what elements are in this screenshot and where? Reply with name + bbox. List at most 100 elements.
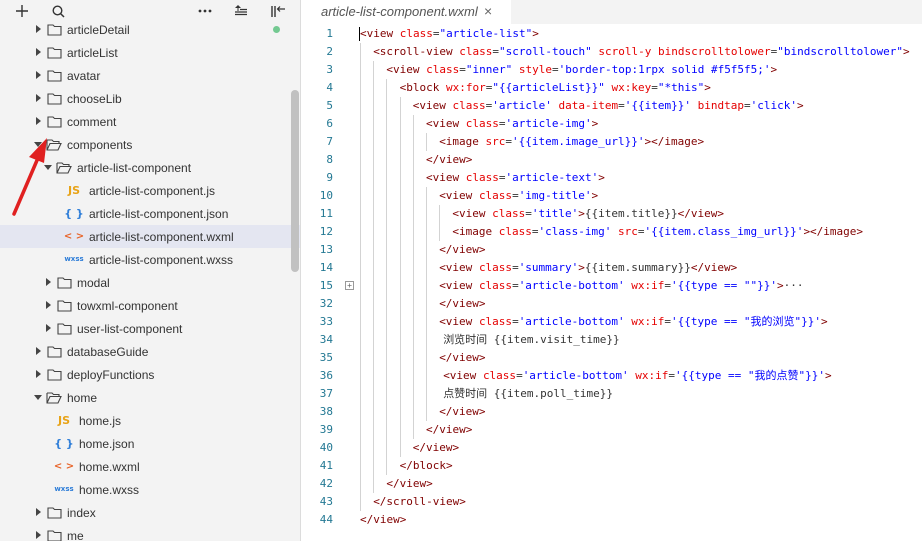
chevron-down-icon[interactable] — [34, 140, 42, 148]
chevron-right-icon[interactable] — [34, 508, 42, 516]
code-line[interactable]: 15 + <view class='article-bottom' wx:if='{… — [301, 277, 922, 295]
fold-expand-icon[interactable]: + — [345, 281, 354, 290]
chevron-right-icon[interactable] — [44, 278, 52, 286]
code-token: class — [452, 99, 486, 112]
tree-folder[interactable]: components — [0, 133, 300, 156]
explorer-scrollbar[interactable] — [291, 90, 299, 272]
code-line[interactable]: 10 <view class='img-title'> — [301, 187, 922, 205]
indent-guide — [412, 115, 414, 133]
tree-folder[interactable]: articleList — [0, 41, 300, 64]
code-line[interactable]: 2 <scroll-view class="scroll-touch" scrol… — [301, 43, 922, 61]
chevron-right-icon[interactable] — [34, 25, 42, 33]
tree-file[interactable]: { } home.json — [0, 432, 300, 455]
tree-folder[interactable]: towxml-component — [0, 294, 300, 317]
code-line[interactable]: 6 <view class='article-img'> — [301, 115, 922, 133]
indent-guide — [360, 421, 361, 439]
tree-folder[interactable]: articleDetail — [0, 18, 300, 41]
tree-folder[interactable]: avatar — [0, 64, 300, 87]
code-text: </view> — [413, 439, 459, 457]
code-line[interactable]: 4 <block wx:for="{{articleList}}" wx:key=… — [301, 79, 922, 97]
tree-folder[interactable]: modal — [0, 271, 300, 294]
code-token: class — [498, 225, 532, 238]
tree-file[interactable]: < > article-list-component.wxml — [0, 225, 300, 248]
code-line[interactable]: 43 </scroll-view> — [301, 493, 922, 511]
code-text: <scroll-view class="scroll-touch" scroll… — [373, 43, 909, 61]
indent-guide — [412, 205, 414, 223]
tree-folder[interactable]: databaseGuide — [0, 340, 300, 363]
tree-item-label: article-list-component.wxml — [89, 229, 234, 244]
code-line[interactable]: 3 <view class="inner" style='border-top:1… — [301, 61, 922, 79]
code-token: > — [777, 279, 784, 292]
code-line[interactable]: 44 </view> — [301, 511, 922, 529]
tree-folder[interactable]: user-list-component — [0, 317, 300, 340]
modified-dot — [273, 26, 280, 33]
tree-file[interactable]: wxss home.wxss — [0, 478, 300, 501]
tree-folder[interactable]: index — [0, 501, 300, 524]
code-token: 'article-bottom' — [518, 315, 625, 328]
code-token: <view — [360, 27, 400, 40]
chevron-right-icon[interactable] — [34, 370, 42, 378]
code-line[interactable]: 1 <view class="article-list"> — [301, 25, 922, 43]
tree-file[interactable]: wxss article-list-component.wxss — [0, 248, 300, 271]
code-editor[interactable]: article-list-component.wxml × 1 <view cla… — [301, 0, 922, 541]
code-line[interactable]: 40 </view> — [301, 439, 922, 457]
code-line[interactable]: 33 <view class='article-bottom' wx:if='{{… — [301, 313, 922, 331]
js-file-icon: JS — [57, 413, 70, 427]
close-icon[interactable]: × — [484, 3, 492, 19]
tree-folder[interactable]: home — [0, 386, 300, 409]
tree-file[interactable]: JS article-list-component.js — [0, 179, 300, 202]
code-line[interactable]: 38 </view> — [301, 403, 922, 421]
code-line[interactable]: 39 </view> — [301, 421, 922, 439]
indent-guide — [399, 277, 401, 295]
chevron-right-icon[interactable] — [34, 347, 42, 355]
line-number: 40 — [319, 441, 333, 454]
chevron-right-icon[interactable] — [44, 324, 52, 332]
tree-folder[interactable]: me — [0, 524, 300, 541]
code-line[interactable]: 12 <image class='class-img' src='{{item.c… — [301, 223, 922, 241]
tree-folder[interactable]: deployFunctions — [0, 363, 300, 386]
chevron-right-icon[interactable] — [34, 117, 42, 125]
code-token: > — [532, 27, 539, 40]
tree-file[interactable]: JS home.js — [0, 409, 300, 432]
code-line[interactable]: 32 </view> — [301, 295, 922, 313]
chevron-right-icon[interactable] — [34, 71, 42, 79]
line-number: 39 — [319, 423, 333, 436]
editor-tab[interactable]: article-list-component.wxml × — [301, 0, 511, 24]
code-token: 'article-img' — [505, 117, 592, 130]
code-line[interactable]: 8 </view> — [301, 151, 922, 169]
indent-guide — [386, 259, 388, 277]
tree-file[interactable]: { } article-list-component.json — [0, 202, 300, 225]
chevron-down-icon[interactable] — [34, 393, 42, 401]
indent-guide — [399, 295, 401, 313]
chevron-right-icon[interactable] — [34, 531, 42, 539]
tree-folder[interactable]: chooseLib — [0, 87, 300, 110]
code-line[interactable]: 7 <image src='{{item.image_url}}'></image… — [301, 133, 922, 151]
code-line[interactable]: 35 </view> — [301, 349, 922, 367]
code-token: '{{type == ""}}' — [671, 279, 777, 292]
ide-window: articleDetail articleList avatar chooseLib c… — [0, 0, 922, 541]
code-token: 点赞时间 {{item.poll_time}} — [443, 387, 614, 400]
code-line[interactable]: 11 <view class='title'>{{item.title}}</vi… — [301, 205, 922, 223]
code-line[interactable]: 34 浏览时间 {{item.visit_time}} — [301, 331, 922, 349]
chevron-right-icon[interactable] — [44, 301, 52, 309]
wxml-file-icon: < > — [53, 460, 75, 472]
tree-folder[interactable]: article-list-component — [0, 156, 300, 179]
indent-guide — [399, 133, 401, 151]
code-line[interactable]: 13 </view> — [301, 241, 922, 259]
code-line[interactable]: 5 <view class='article' data-item='{{item… — [301, 97, 922, 115]
file-explorer: articleDetail articleList avatar chooseLib c… — [0, 0, 301, 541]
code-line[interactable]: 9 <view class='article-text'> — [301, 169, 922, 187]
chevron-right-icon[interactable] — [34, 48, 42, 56]
line-number: 32 — [319, 297, 333, 310]
code-line[interactable]: 36 <view class='article-bottom' wx:if='{{… — [301, 367, 922, 385]
indent-guide — [386, 331, 388, 349]
code-line[interactable]: 37 点赞时间 {{item.poll_time}} — [301, 385, 922, 403]
tree-item-label: home.wxml — [79, 459, 140, 474]
code-line[interactable]: 41 </block> — [301, 457, 922, 475]
code-line[interactable]: 14 <view class='summary'>{{item.summary}}… — [301, 259, 922, 277]
chevron-down-icon[interactable] — [44, 163, 52, 171]
tree-file[interactable]: < > home.wxml — [0, 455, 300, 478]
chevron-right-icon[interactable] — [34, 94, 42, 102]
code-line[interactable]: 42 </view> — [301, 475, 922, 493]
tree-folder[interactable]: comment — [0, 110, 300, 133]
